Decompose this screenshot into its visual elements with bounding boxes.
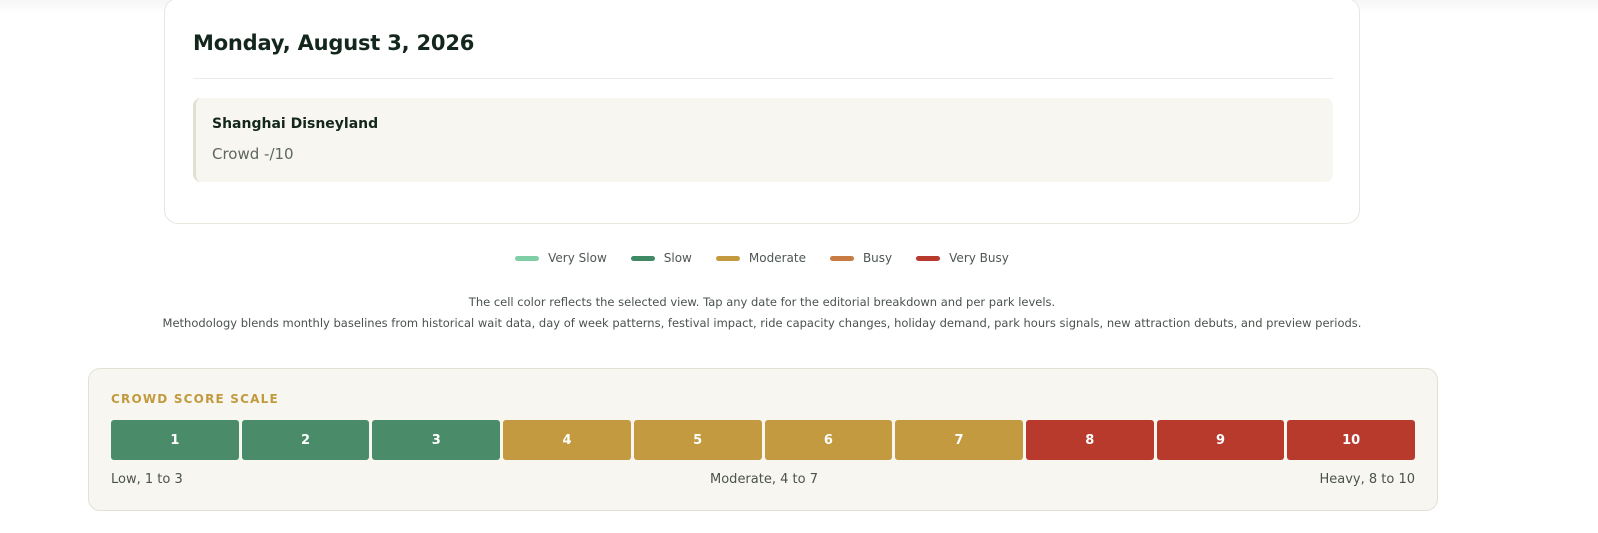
scale-cell-1[interactable]: 1: [111, 420, 239, 460]
legend-label: Very Slow: [548, 251, 607, 265]
scale-row: 1 2 3 4 5 6 7 8 9 10: [111, 420, 1416, 460]
legend-label: Moderate: [748, 251, 806, 265]
crowd-score-scale-card: CROWD SCORE SCALE 1 2 3 4 5 6 7 8 9 10 M…: [88, 368, 1438, 511]
legend-item-very-busy: Very Busy: [916, 251, 1009, 265]
legend-swatch: [829, 255, 854, 261]
day-title: Monday, August 3, 2026: [193, 31, 475, 55]
legend-label: Slow: [663, 251, 692, 265]
park-crowd-level: Crowd -/10: [212, 145, 294, 163]
legend-label: Very Busy: [949, 251, 1009, 265]
scale-cell-4[interactable]: 4: [503, 420, 631, 460]
scale-label-heavy: Heavy, 8 to 10: [1319, 472, 1415, 487]
legend-item-busy: Busy: [829, 251, 893, 265]
scale-cell-5[interactable]: 5: [633, 420, 762, 460]
scale-label-moderate: Moderate, 4 to 7: [710, 472, 818, 487]
legend-swatch: [916, 255, 941, 261]
scale-heading: CROWD SCORE SCALE: [111, 392, 279, 406]
day-detail-card: Monday, August 3, 2026 Shanghai Disneyla…: [164, 0, 1360, 224]
scale-cell-8[interactable]: 8: [1025, 420, 1154, 460]
scale-cell-7[interactable]: 7: [895, 420, 1023, 460]
day-divider: [193, 78, 1333, 79]
park-crowd-panel: Shanghai Disneyland Crowd -/10: [193, 98, 1333, 182]
scale-cell-2[interactable]: 2: [241, 420, 370, 460]
scale-cell-3[interactable]: 3: [372, 420, 501, 460]
legend-swatch: [515, 255, 540, 261]
scale-cell-9[interactable]: 9: [1156, 420, 1285, 460]
legend-item-slow: Slow: [630, 251, 692, 265]
scale-cell-10[interactable]: 10: [1287, 420, 1416, 460]
legend-item-moderate: Moderate: [715, 251, 806, 265]
methodology-note: Methodology blends monthly baselines fro…: [162, 316, 1362, 330]
scale-label-low: Low, 1 to 3: [111, 472, 183, 487]
view-note: The cell color reflects the selected vie…: [468, 295, 1056, 309]
legend-label: Busy: [862, 251, 893, 265]
park-name: Shanghai Disneyland: [212, 116, 379, 132]
legend-item-very-slow: Very Slow: [515, 251, 607, 265]
scale-cell-6[interactable]: 6: [764, 420, 893, 460]
legend-swatch: [630, 255, 655, 261]
crowd-legend: Very Slow Slow Moderate Busy Very Busy: [0, 251, 1524, 265]
legend-swatch: [715, 255, 740, 261]
